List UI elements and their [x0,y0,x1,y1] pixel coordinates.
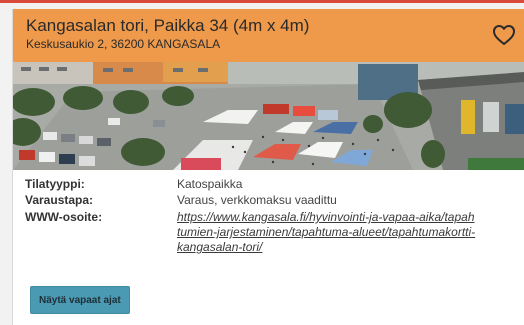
listing-header: Kangasalan tori, Paikka 34 (4m x 4m) Kes… [13,9,524,62]
top-accent-strip [0,0,524,3]
space-type-value: Katospaikka [177,177,243,191]
heart-outline-icon [493,25,515,45]
show-free-times-button[interactable]: Näytä vapaat ajat [30,286,130,314]
listing-address: Keskusaukio 2, 36200 KANGASALA [26,37,221,51]
www-link[interactable]: https://www.kangasala.fi/hyvinvointi-ja-… [177,210,477,255]
space-type-label: Tilatyyppi: [25,177,85,191]
listing-card: Kangasalan tori, Paikka 34 (4m x 4m) Kes… [12,9,524,325]
market-square-photo [13,62,524,170]
favorite-button[interactable] [490,22,518,48]
listing-title: Kangasalan tori, Paikka 34 (4m x 4m) [26,16,310,35]
booking-value: Varaus, verkkomaksu vaadittu [177,193,337,207]
booking-label: Varaustapa: [25,193,94,207]
www-label: WWW-osoite: [25,210,103,224]
